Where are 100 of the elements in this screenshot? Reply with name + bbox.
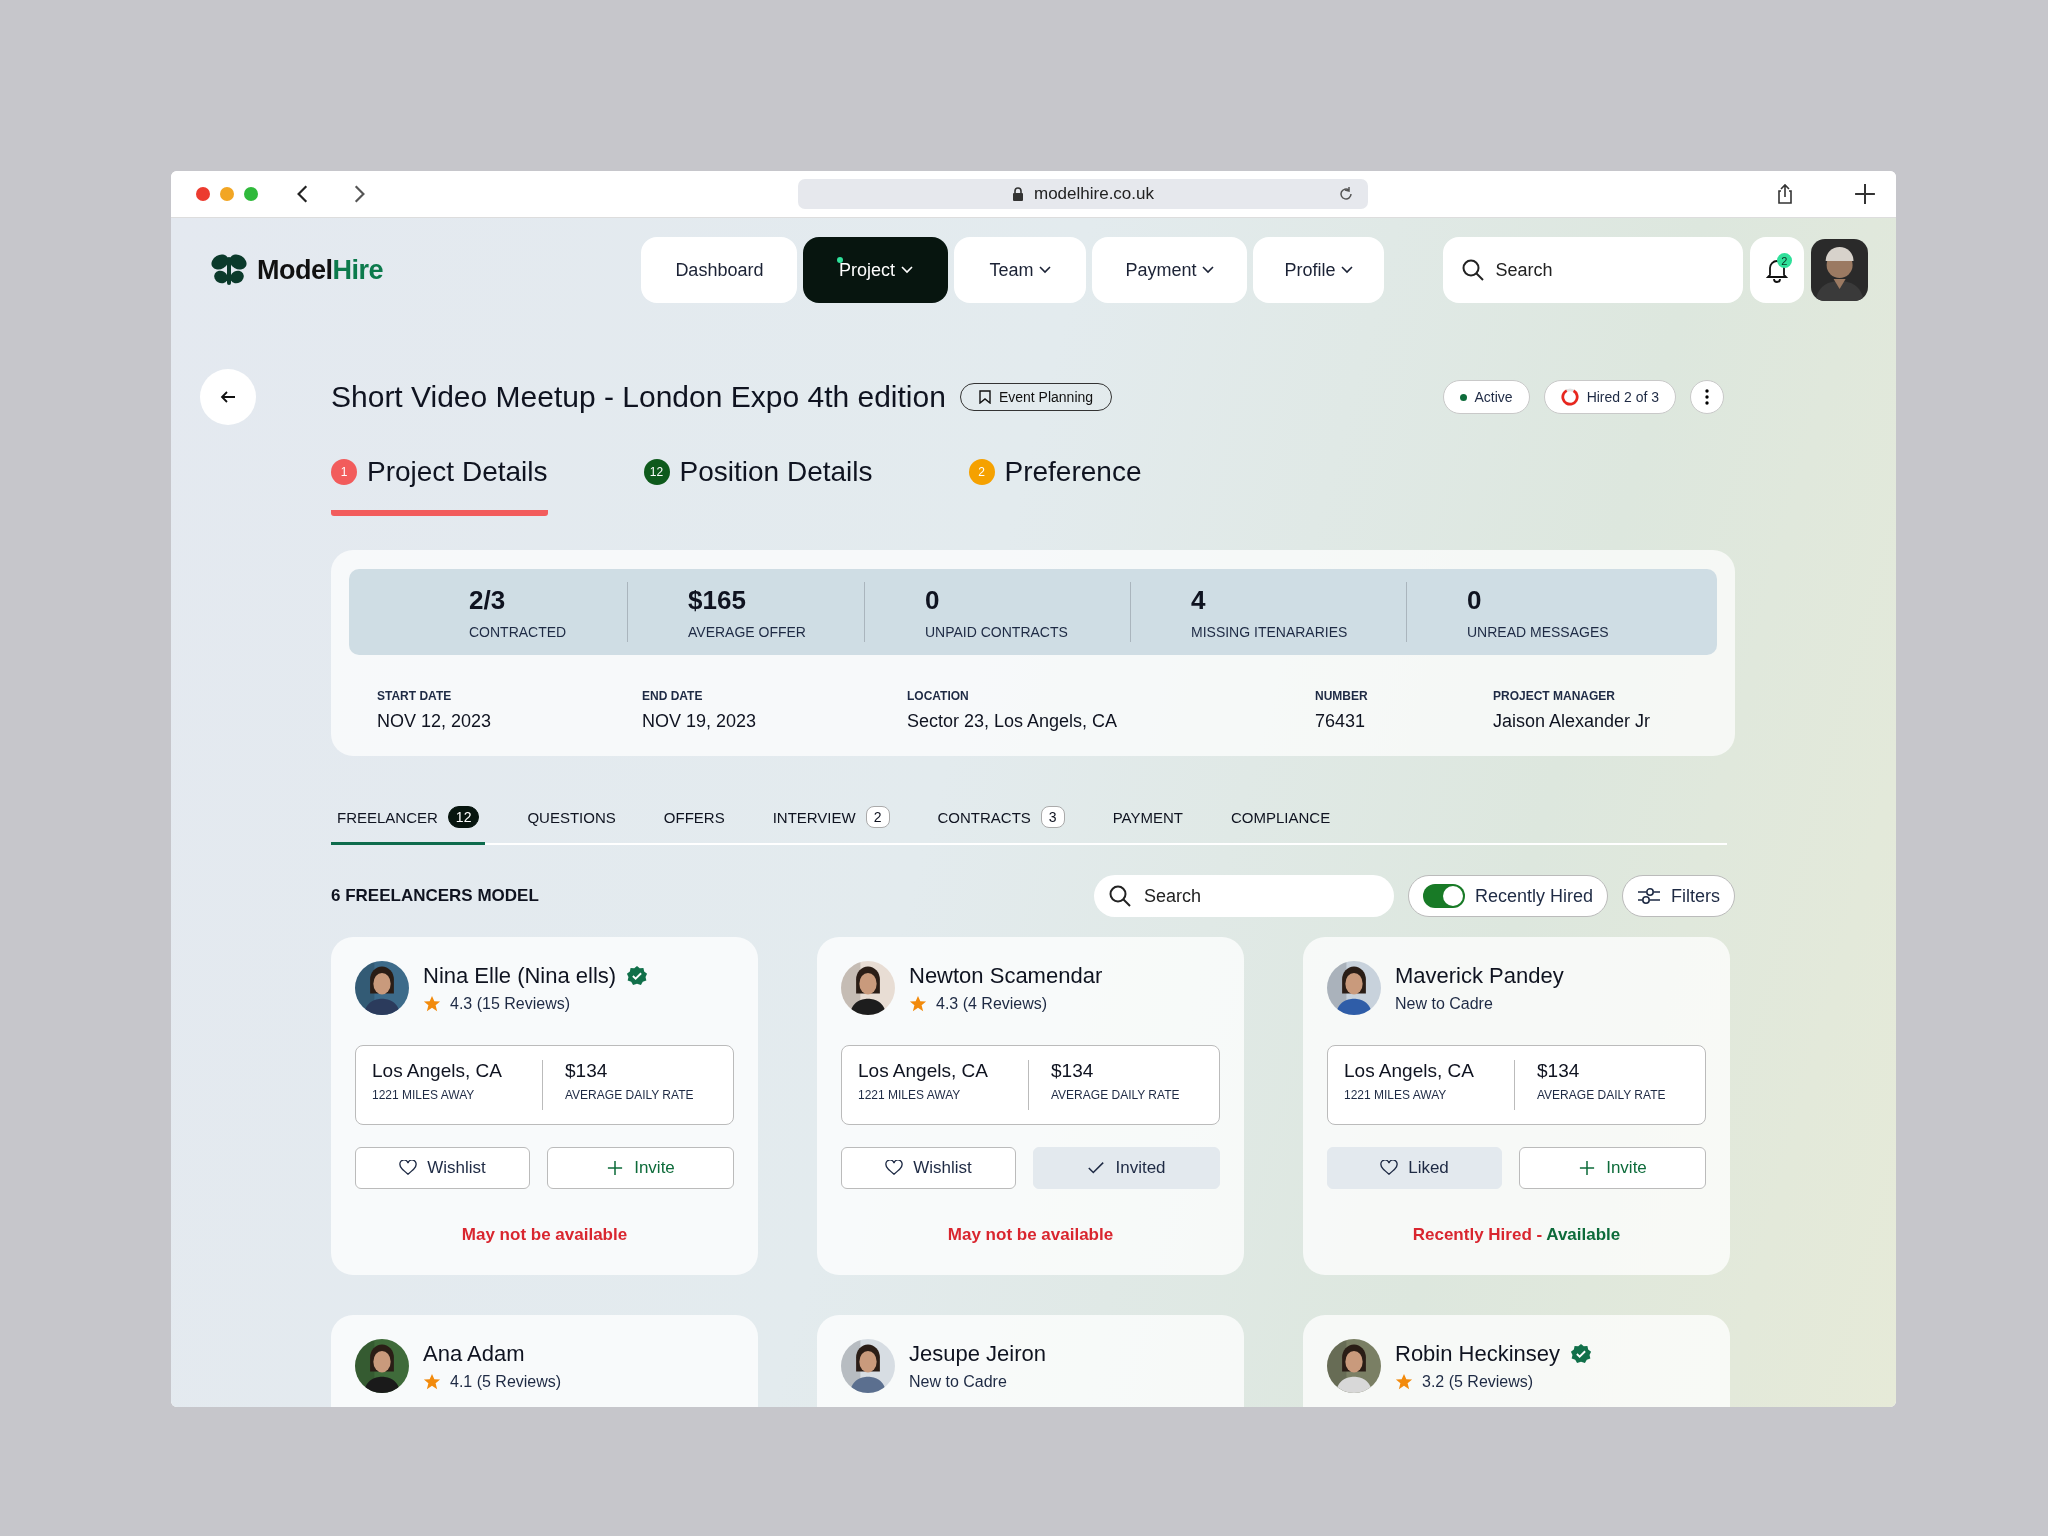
url-text: modelhire.co.uk (1034, 184, 1154, 204)
stat-label: CONTRACTED (469, 623, 568, 640)
stat-value: $165 (688, 584, 747, 616)
tab[interactable]: OFFERS (657, 800, 731, 845)
tab[interactable]: INTERVIEW 2 (766, 800, 896, 845)
butterfly-logo-icon (209, 252, 249, 288)
detail-label: NUMBER (1315, 689, 1369, 703)
rating-text: 3.2 (5 Reviews) (1422, 1373, 1534, 1391)
search-icon (1107, 884, 1132, 908)
rate-value: $134 (1537, 1060, 1581, 1082)
rate-label: AVERAGE DAILY RATE (1537, 1088, 1667, 1102)
detail-label: PROJECT MANAGER (1493, 689, 1616, 703)
nav-item[interactable]: Profile (1253, 237, 1385, 303)
status-text: New to Cadre (909, 1373, 1008, 1391)
plus-icon (606, 1160, 625, 1176)
rate-value: $134 (565, 1060, 609, 1082)
rating-text: 4.1 (5 Reviews) (450, 1373, 562, 1391)
star-icon (423, 995, 441, 1013)
invite-button[interactable]: Invite (547, 1147, 734, 1189)
tab[interactable]: CONTRACTS 3 (931, 800, 1071, 845)
star-icon (909, 995, 927, 1013)
search-field[interactable]: Search (1443, 237, 1744, 303)
freelancer-name: Jesupe Jeiron (909, 1341, 1046, 1367)
stat-label: AVERAGE OFFER (688, 623, 807, 640)
status-text: New to Cadre (1395, 995, 1494, 1013)
heart-icon (399, 1160, 418, 1176)
stat-label: UNPAID CONTRACTS (925, 623, 1069, 640)
step-tab[interactable]: 12 Position Details (643, 456, 873, 516)
rating-text: 4.3 (15 Reviews) (450, 995, 571, 1013)
detail-value: 76431 (1315, 711, 1367, 732)
detail-value: NOV 12, 2023 (377, 711, 493, 732)
brand-name: ModelHire (257, 254, 384, 286)
notification-button[interactable]: 2 (1750, 237, 1804, 303)
invite-button[interactable]: Invite (1519, 1147, 1706, 1189)
check-icon (1087, 1160, 1106, 1176)
tab[interactable]: COMPLIANCE (1224, 800, 1337, 845)
availability-note: Recently Hired - Available (1411, 1225, 1622, 1245)
recently-hired-toggle[interactable]: Recently Hired (1407, 875, 1608, 917)
stat-label: UNREAD MESSAGES (1467, 623, 1610, 640)
heart-icon (1380, 1160, 1399, 1176)
tab[interactable]: PAYMENT (1106, 800, 1189, 845)
step-tab[interactable]: 2 Preference (968, 456, 1142, 516)
nav-item[interactable]: Dashboard (641, 237, 798, 303)
rate-label: AVERAGE DAILY RATE (565, 1088, 695, 1102)
star-icon (423, 1373, 441, 1391)
invite-button[interactable]: Invited (1033, 1147, 1220, 1189)
freelancer-name: Newton Scamendar (909, 963, 1103, 989)
stat-value: 2/3 (469, 584, 507, 616)
rate-label: AVERAGE DAILY RATE (1051, 1088, 1181, 1102)
freelancer-name: Ana Adam (423, 1341, 525, 1367)
detail-value: NOV 19, 2023 (642, 711, 758, 732)
stat-value: 0 (925, 584, 941, 616)
lock-icon (1012, 187, 1024, 201)
availability-note: May not be available (946, 1225, 1115, 1245)
distance-text: 1221 MILES AWAY (858, 1088, 962, 1102)
location-text: Los Angels, CA (1344, 1060, 1475, 1082)
progress-ring-icon (1560, 388, 1579, 406)
more-options-button[interactable] (1690, 380, 1724, 414)
wishlist-button[interactable]: Liked (1327, 1147, 1502, 1189)
search-icon (1461, 258, 1486, 282)
wishlist-button[interactable]: Wishlist (841, 1147, 1016, 1189)
freelancer-name: Robin Heckinsey (1395, 1341, 1561, 1367)
detail-label: START DATE (377, 689, 453, 703)
more-icon (1705, 389, 1709, 405)
rating-text: 4.3 (4 Reviews) (936, 995, 1048, 1013)
nav-item[interactable]: Project (803, 237, 949, 303)
detail-value: Jaison Alexander Jr (1493, 711, 1652, 732)
window-controls-icon[interactable] (196, 187, 258, 201)
location-text: Los Angels, CA (858, 1060, 989, 1082)
search-field[interactable]: Search (1093, 875, 1394, 917)
step-tab[interactable]: 1 Project Details (331, 456, 548, 516)
reload-icon[interactable] (1338, 186, 1354, 202)
filter-icon (1637, 887, 1661, 905)
wishlist-button[interactable]: Wishlist (355, 1147, 530, 1189)
location-text: Los Angels, CA (372, 1060, 503, 1082)
list-title: 6 FREELANCERS MODEL (331, 886, 539, 906)
notification-count: 2 (1776, 253, 1792, 268)
distance-text: 1221 MILES AWAY (1344, 1088, 1448, 1102)
star-icon (1395, 1373, 1413, 1391)
tab[interactable]: QUESTIONS (521, 800, 622, 845)
bell-icon (1764, 257, 1791, 283)
address-bar[interactable]: modelhire.co.uk (798, 179, 1368, 209)
status-badge: Active (1442, 380, 1530, 414)
plus-icon (1578, 1160, 1597, 1176)
rate-value: $134 (1051, 1060, 1095, 1082)
detail-value: Sector 23, Los Angels, CA (907, 711, 1119, 732)
tab[interactable]: FREELANCER 12 (331, 800, 486, 845)
hired-badge: Hired 2 of 3 (1543, 380, 1676, 414)
stat-label: MISSING ITENARARIES (1191, 623, 1349, 640)
distance-text: 1221 MILES AWAY (372, 1088, 476, 1102)
freelancer-name: Nina Elle (Nina ells) (423, 963, 617, 989)
stat-value: 4 (1191, 584, 1207, 616)
stat-value: 0 (1467, 584, 1483, 616)
filters-button[interactable]: Filters (1622, 875, 1735, 917)
bookmark-icon (978, 390, 991, 404)
freelancer-name: Maverick Pandey (1395, 963, 1564, 989)
new-tab-icon[interactable] (1854, 183, 1876, 205)
nav-item[interactable]: Payment (1092, 237, 1248, 303)
availability-note: May not be available (460, 1225, 629, 1245)
nav-item[interactable]: Team (954, 237, 1087, 303)
